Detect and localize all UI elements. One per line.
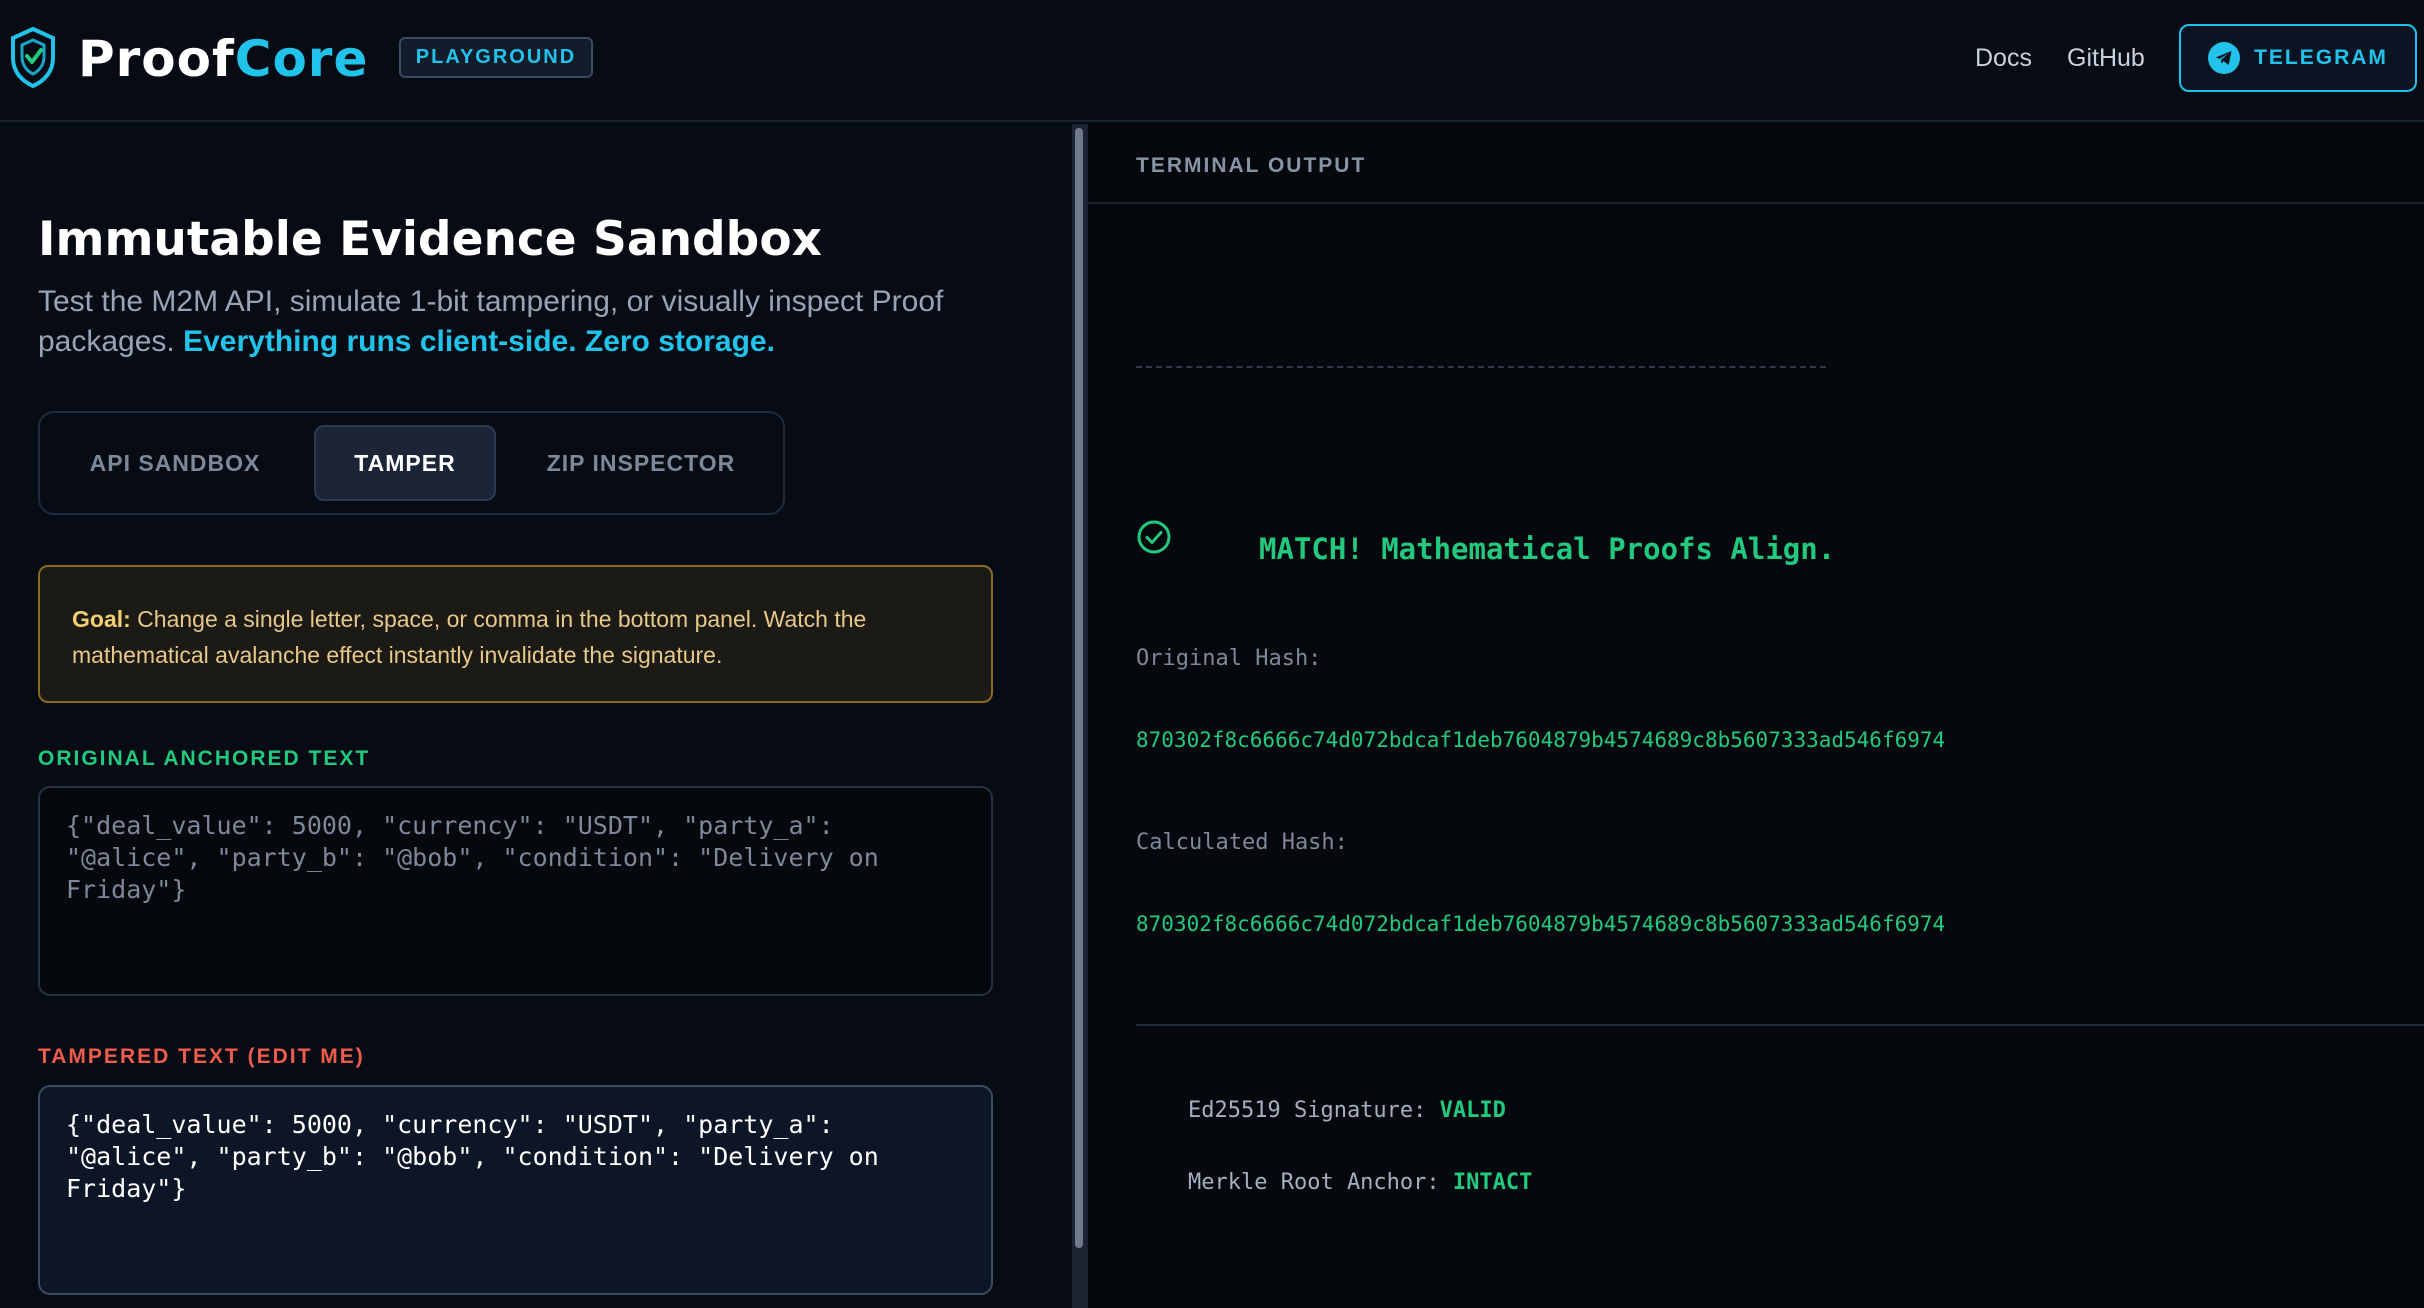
- signature-status: Ed25519 Signature: VALID: [1188, 1098, 1506, 1123]
- tampered-text-label: TAMPERED TEXT (EDIT ME): [38, 1045, 365, 1068]
- terminal-header: TERMINAL OUTPUT: [1088, 124, 2424, 204]
- top-nav-bar: ProofCore PLAYGROUND Docs GitHub TELEGRA…: [0, 0, 2424, 122]
- telegram-button-label: TELEGRAM: [2254, 46, 2388, 69]
- goal-prefix: Goal:: [72, 606, 131, 632]
- terminal-title: TERMINAL OUTPUT: [1136, 154, 1367, 177]
- calculated-hash-value: 870302f8c6666c74d072bdcaf1deb7604879b457…: [1136, 912, 1946, 936]
- match-status: MATCH! Mathematical Proofs Align.: [1259, 532, 1836, 566]
- nav-github-link[interactable]: GitHub: [2067, 41, 2145, 75]
- original-text-label: ORIGINAL ANCHORED TEXT: [38, 747, 371, 770]
- tab-api-sandbox[interactable]: API SANDBOX: [58, 425, 292, 501]
- tab-tamper[interactable]: TAMPER: [314, 425, 496, 501]
- goal-text: Change a single letter, space, or comma …: [72, 606, 867, 668]
- nav-docs-link[interactable]: Docs: [1975, 41, 2032, 75]
- page-title: Immutable Evidence Sandbox: [38, 212, 822, 267]
- page-description-highlight: Everything runs client-side. Zero storag…: [183, 325, 775, 358]
- check-circle-icon: [1137, 520, 1171, 554]
- left-panel-scrollbar-thumb[interactable]: [1075, 128, 1083, 1248]
- tab-zip-inspector[interactable]: ZIP INSPECTOR: [510, 425, 772, 501]
- merkle-status: Merkle Root Anchor: INTACT: [1188, 1170, 1532, 1195]
- signature-value: VALID: [1439, 1098, 1506, 1123]
- shield-logo-icon[interactable]: [8, 26, 58, 88]
- signature-label: Ed25519 Signature:: [1188, 1098, 1427, 1123]
- brand-logo-proof: Proof: [78, 30, 235, 88]
- brand-logo[interactable]: ProofCore: [78, 26, 368, 92]
- original-hash-value: 870302f8c6666c74d072bdcaf1deb7604879b457…: [1136, 728, 1946, 752]
- telegram-button[interactable]: TELEGRAM: [2179, 24, 2417, 92]
- original-hash-label: Original Hash:: [1136, 646, 1322, 671]
- original-text-field: {"deal_value": 5000, "currency": "USDT",…: [38, 786, 993, 996]
- playground-badge: PLAYGROUND: [399, 37, 593, 78]
- sandbox-panel: Immutable Evidence Sandbox Test the M2M …: [0, 124, 1072, 1308]
- merkle-label: Merkle Root Anchor:: [1188, 1170, 1440, 1195]
- merkle-value: INTACT: [1452, 1170, 1533, 1195]
- tampered-text-input[interactable]: {"deal_value": 5000, "currency": "USDT",…: [38, 1085, 993, 1295]
- telegram-icon: [2208, 42, 2241, 74]
- page-description: Test the M2M API, simulate 1-bit tamperi…: [38, 282, 998, 362]
- terminal-panel: TERMINAL OUTPUT MATCH! Mathematical Proo…: [1086, 124, 2424, 1308]
- goal-notice: Goal: Change a single letter, space, or …: [38, 565, 993, 703]
- terminal-divider: [1136, 1024, 2424, 1026]
- brand-logo-core: Core: [234, 30, 369, 88]
- terminal-dashed-divider: [1136, 366, 1826, 368]
- calculated-hash-label: Calculated Hash:: [1136, 830, 1348, 855]
- mode-tabs: API SANDBOX TAMPER ZIP INSPECTOR: [38, 411, 785, 515]
